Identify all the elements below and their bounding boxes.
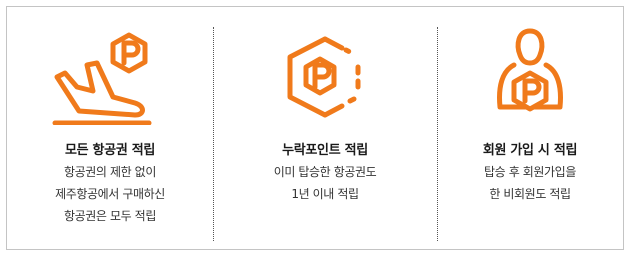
points-benefits-panel: 모든 항공권 적립 항공권의 제한 없이 제주항공에서 구매하신 항공권은 모두… (6, 6, 624, 250)
desc-line: 한 비회원도 적립 (489, 187, 571, 201)
desc-line: 탑승 후 회원가입을 (484, 165, 576, 179)
feature-description: 탑승 후 회원가입을 한 비회원도 적립 (437, 161, 623, 205)
missing-points-hexagon-icon (270, 25, 380, 129)
feature-description: 항공권의 제한 없이 제주항공에서 구매하신 항공권은 모두 적립 (7, 161, 213, 227)
feature-description: 이미 탑승한 항공권도 1년 이내 적립 (213, 161, 437, 205)
desc-line: 이미 탑승한 항공권도 (273, 165, 377, 179)
feature-title: 누락포인트 적립 (282, 143, 368, 158)
plane-landing-parking-icon (49, 25, 159, 129)
desc-line: 1년 이내 적립 (291, 187, 359, 201)
feature-title: 회원 가입 시 적립 (482, 143, 578, 158)
desc-line: 제주항공에서 구매하신 (55, 187, 165, 201)
feature-missing-points: 누락포인트 적립 이미 탑승한 항공권도 1년 이내 적립 (213, 7, 437, 249)
member-join-points-icon (480, 25, 580, 129)
feature-all-tickets: 모든 항공권 적립 항공권의 제한 없이 제주항공에서 구매하신 항공권은 모두… (7, 7, 213, 249)
desc-line: 항공권은 모두 적립 (64, 209, 156, 223)
feature-title: 모든 항공권 적립 (64, 143, 156, 158)
desc-line: 항공권의 제한 없이 (64, 165, 156, 179)
feature-member-join: 회원 가입 시 적립 탑승 후 회원가입을 한 비회원도 적립 (437, 7, 623, 249)
